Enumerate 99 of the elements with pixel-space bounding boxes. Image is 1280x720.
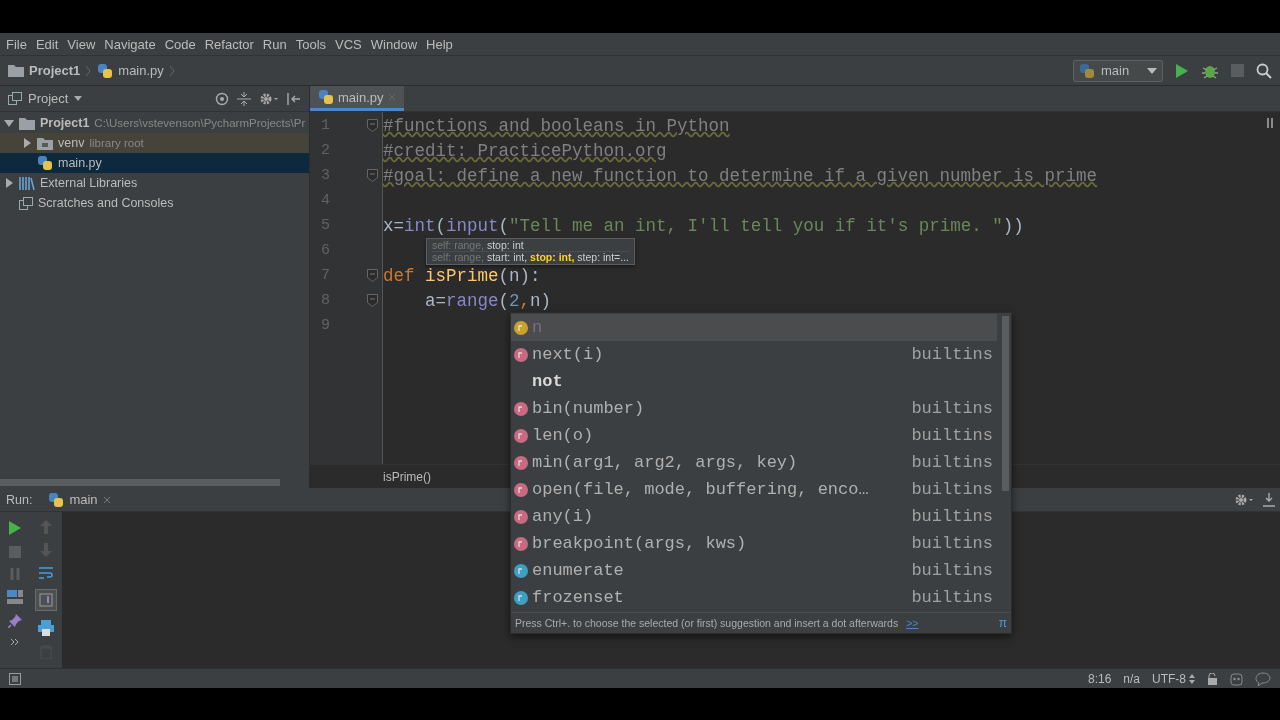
caret-icon (74, 96, 83, 101)
project-view-dropdown[interactable]: Project (8, 91, 83, 106)
run-icon[interactable] (1175, 62, 1189, 79)
inspector-icon[interactable] (1230, 671, 1243, 686)
fold-marker-icon[interactable] (367, 119, 378, 132)
code-line: #credit: PracticePython.org (383, 139, 667, 162)
parameter-icon (514, 320, 528, 335)
pin-icon[interactable] (8, 614, 22, 628)
line-separator[interactable]: n/a (1123, 671, 1140, 686)
python-file-icon (37, 155, 53, 171)
print-icon[interactable] (38, 620, 54, 636)
folder-icon (8, 64, 24, 77)
expand-arrow-icon[interactable] (4, 178, 14, 188)
close-icon[interactable] (102, 495, 111, 504)
completion-item[interactable]: len(o) builtins (511, 422, 1011, 449)
chevron-icon (168, 64, 175, 77)
chat-icon[interactable] (1255, 671, 1271, 686)
up-down-icon[interactable] (1189, 673, 1195, 684)
lock-icon[interactable] (1207, 672, 1218, 685)
breadcrumb-item[interactable]: main.py (118, 63, 164, 78)
completion-item[interactable]: frozenset builtins (511, 584, 1011, 611)
python-icon (1079, 62, 1095, 79)
run-panel-label: Run: (6, 492, 33, 507)
fold-marker-icon[interactable] (367, 269, 378, 282)
code-line: #functions and booleans in Python (383, 114, 730, 137)
inspection-status-icon[interactable] (1266, 118, 1274, 128)
settings-icon[interactable] (1234, 492, 1254, 507)
rerun-icon[interactable] (8, 520, 22, 536)
search-icon[interactable] (1256, 62, 1272, 79)
hide-panel-icon[interactable] (287, 91, 301, 106)
windows-icon (19, 196, 33, 210)
more-icon[interactable] (10, 638, 20, 646)
completion-item[interactable]: open(file, mode, buffering, enco… builtins (511, 476, 1011, 503)
menu-item[interactable]: Window (366, 36, 422, 52)
code-line: a=range(2,n) (424, 289, 552, 312)
menu-item[interactable]: Help (422, 36, 457, 52)
download-icon[interactable] (1262, 492, 1276, 507)
code-line: def isPrime(n): (383, 264, 541, 287)
python-file-icon (97, 62, 114, 79)
run-configuration-dropdown[interactable]: main (1073, 59, 1163, 82)
folder-icon (19, 116, 35, 130)
fold-marker-icon[interactable] (367, 169, 378, 182)
python-icon (48, 491, 65, 508)
code-line: #goal: define a new function to determine if a given number is prime (383, 164, 1098, 187)
chevron-icon (85, 64, 92, 77)
menu-item[interactable]: View (63, 36, 100, 52)
menu-item[interactable]: Refactor (200, 36, 258, 52)
function-icon (514, 401, 528, 416)
function-icon (514, 536, 528, 551)
menu-item[interactable]: VCS (331, 36, 366, 52)
hint-link[interactable]: >> (906, 617, 919, 629)
completion-item[interactable]: not (511, 368, 1011, 395)
tree-item[interactable]: Project1 C:\Users\vstevenson\PycharmProjects\Pr (0, 113, 309, 133)
scrollbar-thumb[interactable] (0, 479, 280, 486)
pi-icon[interactable]: π (998, 616, 1007, 630)
file-encoding[interactable]: UTF-8 (1152, 671, 1186, 686)
collapse-all-icon[interactable] (237, 91, 251, 106)
completion-item[interactable]: next(i) builtins (511, 341, 1011, 368)
function-icon (514, 455, 528, 470)
menu-item[interactable]: Code (160, 36, 200, 52)
function-icon (514, 482, 528, 497)
completion-item[interactable]: breakpoint(args, kws) builtins (511, 530, 1011, 557)
function-icon (514, 428, 528, 443)
menu-item[interactable]: Run (258, 36, 291, 52)
panel-toggle-icon[interactable] (9, 672, 21, 685)
soft-wrap-icon[interactable] (38, 566, 54, 580)
menu-item[interactable]: Tools (291, 36, 331, 52)
library-icon (19, 176, 35, 190)
completion-item[interactable]: enumerate builtins (511, 557, 1011, 584)
class-icon (514, 563, 528, 578)
function-icon (514, 509, 528, 524)
completion-item[interactable]: any(i) builtins (511, 503, 1011, 530)
layout-icon[interactable] (7, 590, 23, 604)
breadcrumb-item[interactable]: Project1 (29, 63, 81, 78)
function-icon (514, 347, 528, 362)
caret-icon (1147, 67, 1157, 74)
menu-item[interactable]: Edit (31, 36, 63, 52)
fold-marker-icon[interactable] (367, 294, 378, 307)
editor-tab[interactable]: main.py (310, 86, 404, 111)
folder-icon (37, 136, 53, 150)
tree-item[interactable]: venv library root (0, 133, 309, 153)
python-file-icon (318, 89, 334, 105)
code-line: x=int(input("Tell me an int, I'll tell you if it's prime. ")) (383, 214, 1024, 237)
completion-hint: Press Ctrl+. to choose the selected (or first) suggestion and insert a dot afterwards (515, 617, 899, 629)
cursor-position[interactable]: 8:16 (1087, 671, 1112, 686)
breadcrumb-item[interactable]: isPrime() (383, 469, 431, 484)
locate-icon[interactable] (215, 91, 229, 106)
tree-item[interactable]: Scratches and Consoles (0, 193, 309, 213)
completion-item[interactable]: min(arg1, arg2, args, key) builtins (511, 449, 1011, 476)
class-icon (514, 590, 528, 605)
menu-item[interactable]: File (2, 36, 31, 52)
scrollbar-thumb[interactable] (1002, 316, 1009, 491)
tree-item[interactable]: External Libraries (0, 173, 309, 193)
windows-icon (8, 92, 22, 105)
menu-item[interactable]: Navigate (100, 36, 160, 52)
completion-item[interactable]: bin(number) builtins (511, 395, 1011, 422)
settings-icon[interactable] (259, 91, 279, 106)
scroll-to-end-icon[interactable] (35, 589, 57, 611)
tree-item[interactable]: main.py (0, 153, 309, 173)
